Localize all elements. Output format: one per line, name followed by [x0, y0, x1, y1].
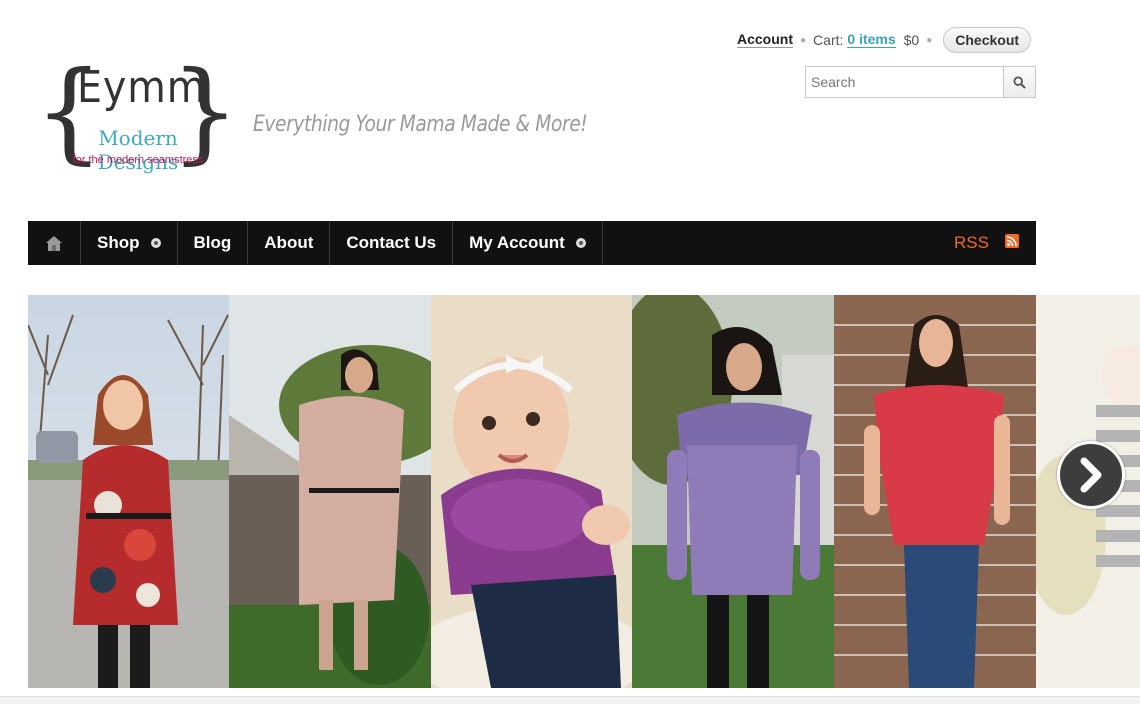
search-input[interactable]: [806, 67, 1004, 97]
slider-next-button[interactable]: [1057, 441, 1125, 509]
image-slider: [28, 295, 1140, 688]
rss-icon: [1005, 234, 1019, 248]
search-button[interactable]: [1003, 67, 1035, 97]
nav-my-account[interactable]: My Account: [453, 221, 603, 265]
main-nav: Shop Blog About Contact Us My Account RS…: [28, 221, 1036, 265]
cart-label: Cart:: [813, 32, 844, 48]
home-icon: [46, 235, 62, 251]
slide-image[interactable]: [229, 295, 431, 688]
slide-image[interactable]: [28, 295, 229, 688]
rss-label: RSS: [954, 233, 989, 252]
logo-subtitle: Modern Designs: [97, 126, 179, 174]
nav-my-account-label: My Account: [469, 233, 565, 252]
search-box: [805, 66, 1036, 98]
site-tagline: Everything Your Mama Made & More!: [253, 112, 588, 137]
separator-dot: ●: [926, 34, 933, 46]
nav-blog[interactable]: Blog: [178, 221, 249, 265]
cart-items-link[interactable]: 0 items: [847, 32, 896, 48]
nav-home[interactable]: [28, 221, 81, 265]
account-link[interactable]: Account: [737, 32, 793, 48]
cart-total: $0: [903, 32, 920, 48]
dropdown-dot-icon: [575, 238, 586, 248]
nav-contact-us[interactable]: Contact Us: [330, 221, 454, 265]
nav-about[interactable]: About: [248, 221, 331, 265]
nav-shop-label: Shop: [97, 233, 140, 252]
page: Account ● Cart: 0 items $0 ● Checkout { …: [0, 0, 1140, 704]
rss-link[interactable]: RSS: [954, 221, 1036, 265]
chevron-right-icon: [1080, 457, 1102, 493]
slide-image[interactable]: [834, 295, 1036, 688]
nav-shop[interactable]: Shop: [81, 221, 178, 265]
dropdown-dot-icon: [150, 238, 161, 248]
slide-image[interactable]: [431, 295, 632, 688]
slide-image[interactable]: [632, 295, 834, 688]
account-cart-bar: Account ● Cart: 0 items $0 ● Checkout: [737, 27, 1032, 53]
nav-blog-label: Blog: [193, 233, 232, 252]
nav-about-label: About: [264, 233, 314, 252]
site-logo[interactable]: { Eymm } Modern Designs for the modern s…: [34, 56, 240, 178]
nav-contact-label: Contact Us: [346, 233, 437, 252]
page-bottom-divider: [0, 696, 1140, 704]
search-icon: [1013, 75, 1026, 89]
separator-dot: ●: [800, 34, 807, 46]
logo-caption: for the modern seamstress: [72, 154, 204, 166]
checkout-button[interactable]: Checkout: [943, 27, 1032, 53]
